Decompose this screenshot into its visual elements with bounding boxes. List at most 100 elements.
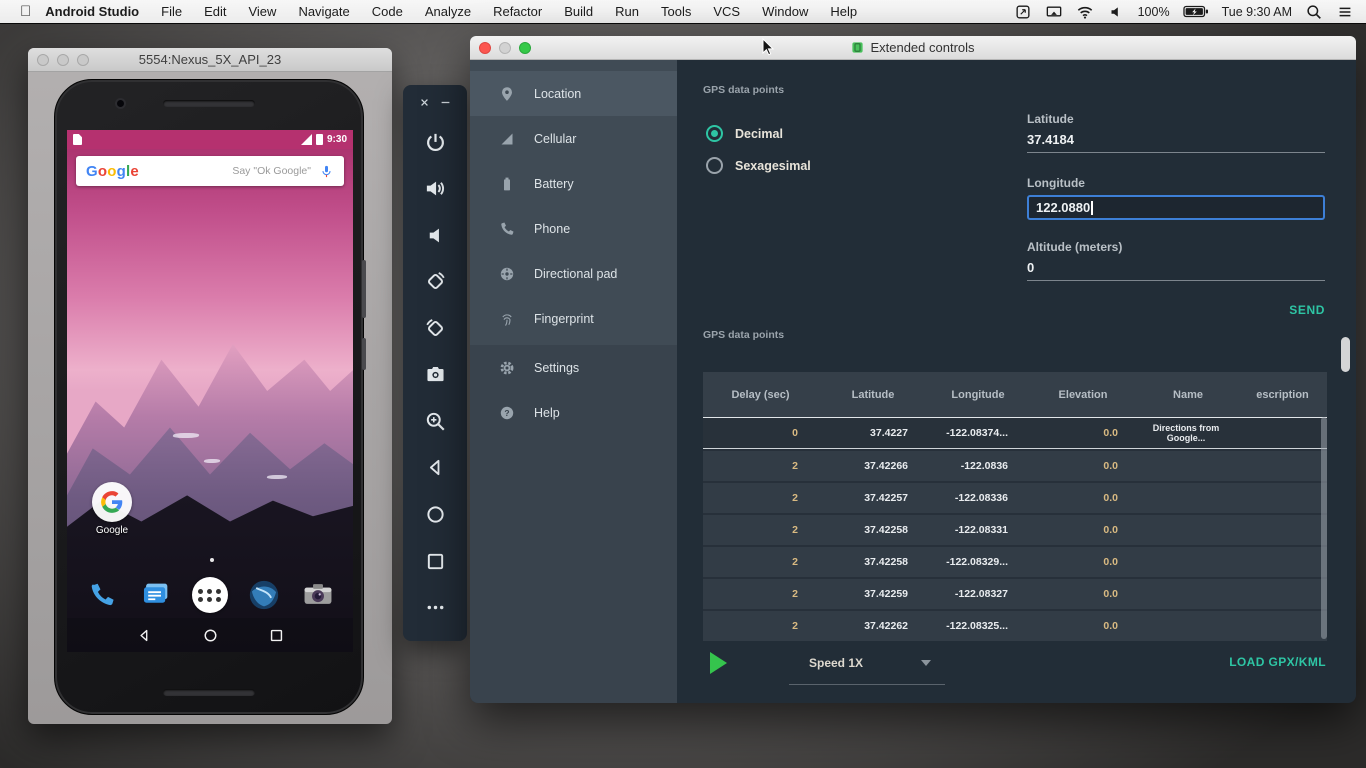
menu-window[interactable]: Window	[762, 4, 808, 19]
gps-form-section-label: GPS data points	[703, 84, 785, 96]
menu-run[interactable]: Run	[615, 4, 639, 19]
apple-icon[interactable]: 	[20, 3, 31, 20]
dot	[198, 596, 203, 602]
chevron-down-icon	[921, 660, 931, 666]
radio-circle-off[interactable]	[706, 157, 723, 174]
power-button[interactable]	[423, 130, 447, 154]
sidebar-item-help[interactable]: ? Help	[470, 390, 677, 435]
wallpaper-snow	[266, 474, 288, 479]
menu-edit[interactable]: Edit	[204, 4, 226, 19]
toolbar-close-button[interactable]	[418, 96, 431, 109]
mac-battery-icon[interactable]	[1182, 4, 1209, 19]
mic-icon[interactable]	[319, 164, 334, 179]
rotate-right-button[interactable]	[423, 316, 447, 340]
table-row[interactable]: 2 37.42258 -122.08331 0.0	[703, 513, 1327, 545]
back-button[interactable]	[423, 456, 447, 480]
field-longitude: Longitude 122.0880	[1027, 176, 1325, 220]
text-caret	[1091, 200, 1093, 215]
battery-side-icon	[499, 176, 515, 192]
radio-decimal[interactable]: Decimal	[706, 125, 783, 142]
home-nav-icon[interactable]	[202, 627, 219, 644]
emulator-titlebar[interactable]: 5554:Nexus_5X_API_23	[28, 48, 392, 72]
menu-vcs[interactable]: VCS	[713, 4, 740, 19]
table-row[interactable]: 2 37.42266 -122.0836 0.0	[703, 449, 1327, 481]
menu-build[interactable]: Build	[564, 4, 593, 19]
phone-app-icon[interactable]	[84, 577, 120, 613]
back-nav-icon[interactable]	[136, 627, 153, 644]
rotate-left-button[interactable]	[423, 270, 447, 294]
list-icon[interactable]	[1336, 3, 1354, 21]
zoom-button[interactable]	[423, 409, 447, 433]
field-value: 122.0880	[1036, 200, 1091, 215]
menu-help[interactable]: Help	[830, 4, 857, 19]
menu-analyze[interactable]: Analyze	[425, 4, 471, 19]
sidebar-item-location[interactable]: Location	[470, 71, 677, 116]
sidebar-item-settings[interactable]: Settings	[470, 345, 677, 390]
table-row[interactable]: 2 37.42259 -122.08327 0.0	[703, 577, 1327, 609]
table-row[interactable]: 0 37.4227 -122.08374... 0.0 Directions from …	[703, 417, 1327, 449]
field-input[interactable]: 37.4184	[1027, 132, 1325, 153]
table-cell: 0.0	[1103, 427, 1118, 439]
field-label: Longitude	[1027, 176, 1085, 190]
browser-icon[interactable]	[246, 577, 282, 613]
table-scrollbar-thumb[interactable]	[1321, 417, 1327, 639]
status-text-tue-9-30-am: Tue 9:30 AM	[1221, 4, 1292, 19]
overview-button[interactable]	[423, 549, 447, 573]
column-header-latitude: Latitude	[851, 388, 895, 401]
home-button[interactable]	[423, 503, 447, 527]
toolbar-minimize-button[interactable]	[439, 96, 452, 109]
table-row[interactable]: 2 37.42257 -122.08336 0.0	[703, 481, 1327, 513]
google-logo: Google	[86, 162, 139, 180]
menu-navigate[interactable]: Navigate	[298, 4, 349, 19]
gps-table: Delay (sec) Latitude Longitude Elevation Nam…	[703, 372, 1327, 641]
menu-code[interactable]: Code	[372, 4, 403, 19]
radio-sexagesimal[interactable]: Sexagesimal	[706, 157, 811, 174]
extended-titlebar[interactable]: Extended controls	[470, 36, 1356, 60]
sidebar-item-fingerprint[interactable]: Fingerprint	[470, 296, 677, 341]
load-gpx-kml-button[interactable]: LOAD GPX/KML	[1229, 655, 1326, 669]
column-header-elevation: Elevation	[1058, 388, 1108, 401]
messenger-icon[interactable]	[138, 577, 174, 613]
wifi-icon[interactable]	[1076, 3, 1094, 21]
speed-dropdown[interactable]: Speed 1X	[789, 654, 945, 685]
menu-tools[interactable]: Tools	[661, 4, 691, 19]
camera-app-icon[interactable]	[300, 577, 336, 613]
field-label: Latitude	[1027, 112, 1074, 126]
google-folder-shortcut[interactable]: Google	[89, 482, 135, 536]
menu-view[interactable]: View	[248, 4, 276, 19]
volume-down-button[interactable]	[423, 223, 447, 247]
screenshot-button[interactable]	[423, 363, 447, 387]
sidebar-item-directional-pad[interactable]: Directional pad	[470, 251, 677, 296]
sidebar-item-phone[interactable]: Phone	[470, 206, 677, 251]
play-button[interactable]	[710, 652, 727, 674]
display-icon[interactable]	[1045, 3, 1063, 21]
menu-refactor[interactable]: Refactor	[493, 4, 542, 19]
page-indicator-dot	[210, 558, 214, 562]
search-icon[interactable]	[1305, 3, 1323, 21]
sidebar-item-label: Battery	[534, 176, 574, 191]
sidebar-item-cellular[interactable]: Cellular	[470, 116, 677, 161]
menu-app-name[interactable]: Android Studio	[45, 4, 139, 19]
table-cell: 37.42257	[864, 492, 908, 504]
window-scrollbar-thumb[interactable]	[1341, 337, 1350, 372]
table-cell: 0.0	[1103, 556, 1118, 568]
table-row[interactable]: 2 37.42262 -122.08325... 0.0	[703, 609, 1327, 641]
send-button[interactable]: SEND	[1289, 303, 1325, 317]
app-drawer-icon[interactable]	[192, 577, 228, 613]
menu-file[interactable]: File	[161, 4, 182, 19]
sidebar-item-battery[interactable]: Battery	[470, 161, 677, 206]
radio-circle-on[interactable]	[706, 125, 723, 142]
field-input-focused[interactable]: 122.0880	[1027, 195, 1325, 220]
more-button[interactable]	[423, 596, 447, 620]
volume-up-button[interactable]	[423, 177, 447, 201]
sidebar-item-label: Settings	[534, 360, 580, 375]
overview-nav-icon[interactable]	[268, 627, 285, 644]
svg-text:?: ?	[504, 408, 509, 418]
table-row[interactable]: 2 37.42258 -122.08329... 0.0	[703, 545, 1327, 577]
table-cell: -122.08327	[954, 588, 1008, 600]
google-search-bar[interactable]: Google Say "Ok Google"	[76, 156, 344, 186]
volume-menu-icon[interactable]	[1107, 3, 1125, 21]
signal-icon	[300, 134, 312, 145]
sync-icon[interactable]	[1014, 3, 1032, 21]
field-input[interactable]: 0	[1027, 260, 1325, 281]
